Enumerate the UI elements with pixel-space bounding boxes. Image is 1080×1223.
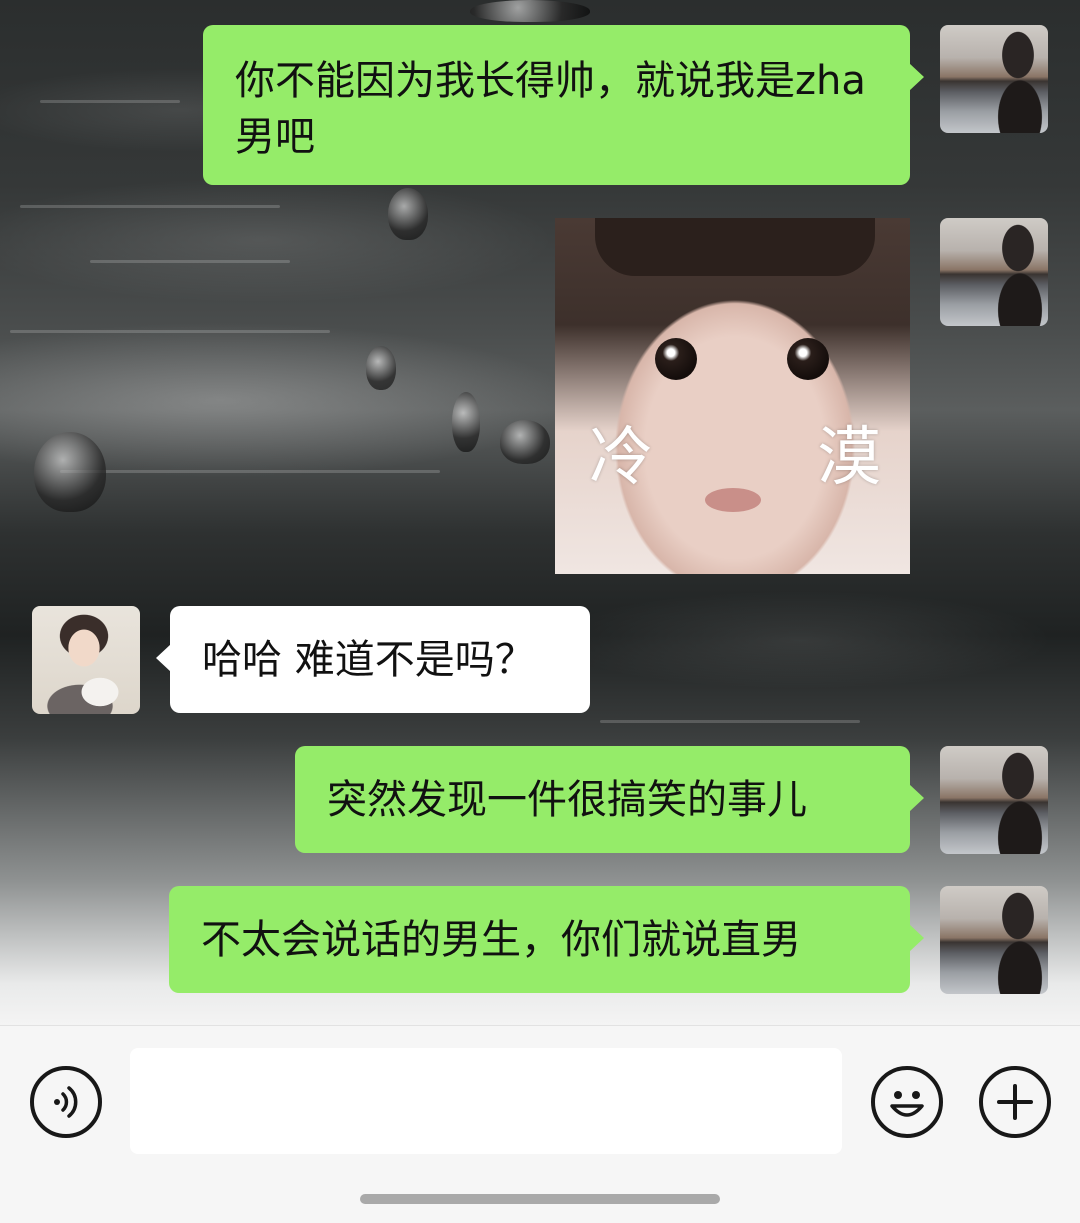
sticker-image[interactable]: 冷 漠 (555, 218, 910, 574)
wallpaper-raindrop (500, 420, 550, 464)
wallpaper-raindrop (470, 0, 590, 22)
sticker-eye (655, 338, 697, 380)
wallpaper-raindrop (366, 346, 396, 390)
home-indicator[interactable] (360, 1194, 720, 1204)
my-avatar[interactable] (940, 25, 1048, 133)
my-avatar[interactable] (940, 746, 1048, 854)
wallpaper-streak (20, 205, 280, 208)
more-button[interactable] (979, 1066, 1051, 1138)
wallpaper-raindrop (388, 188, 428, 240)
message-input[interactable] (130, 1048, 842, 1154)
sticker-caption-right: 漠 (817, 421, 881, 495)
message-bubble[interactable]: 不太会说话的男生，你们就说直男 (169, 886, 924, 993)
wallpaper-streak (60, 470, 440, 473)
sticker-mouth (705, 488, 761, 512)
chat-area: 你不能因为我长得帅，就说我是zha 男吧 冷 漠 哈哈 难道不是吗？ 突然发现一… (0, 0, 1080, 1025)
my-avatar[interactable] (940, 886, 1048, 994)
wallpaper-streak (40, 100, 180, 103)
message-text: 不太会说话的男生，你们就说直男 (201, 917, 801, 963)
wallpaper-streak (600, 720, 860, 723)
emoji-button[interactable] (871, 1066, 943, 1138)
wallpaper-raindrop (452, 392, 480, 452)
message-text: 你不能因为我长得帅，就说我是zha 男吧 (235, 58, 866, 160)
message-text: 哈哈 难道不是吗？ (202, 637, 535, 683)
wallpaper-streak (90, 260, 290, 263)
voice-button[interactable] (30, 1066, 102, 1138)
input-bar (0, 1025, 1080, 1223)
message-text: 突然发现一件很搞笑的事儿 (327, 777, 807, 823)
my-avatar[interactable] (940, 218, 1048, 326)
wallpaper-raindrop (34, 432, 106, 512)
voice-icon (54, 1086, 78, 1118)
message-bubble[interactable]: 突然发现一件很搞笑的事儿 (295, 746, 924, 853)
wallpaper-streak (10, 330, 330, 333)
contact-avatar[interactable] (32, 606, 140, 714)
sticker-hair (595, 218, 875, 276)
message-bubble[interactable]: 你不能因为我长得帅，就说我是zha 男吧 (203, 25, 924, 185)
emoji-icon (890, 1091, 924, 1117)
sticker-caption-left: 冷 (589, 421, 653, 495)
sticker-eye (787, 338, 829, 380)
plus-icon (997, 1084, 1033, 1120)
message-bubble[interactable]: 哈哈 难道不是吗？ (156, 606, 590, 713)
